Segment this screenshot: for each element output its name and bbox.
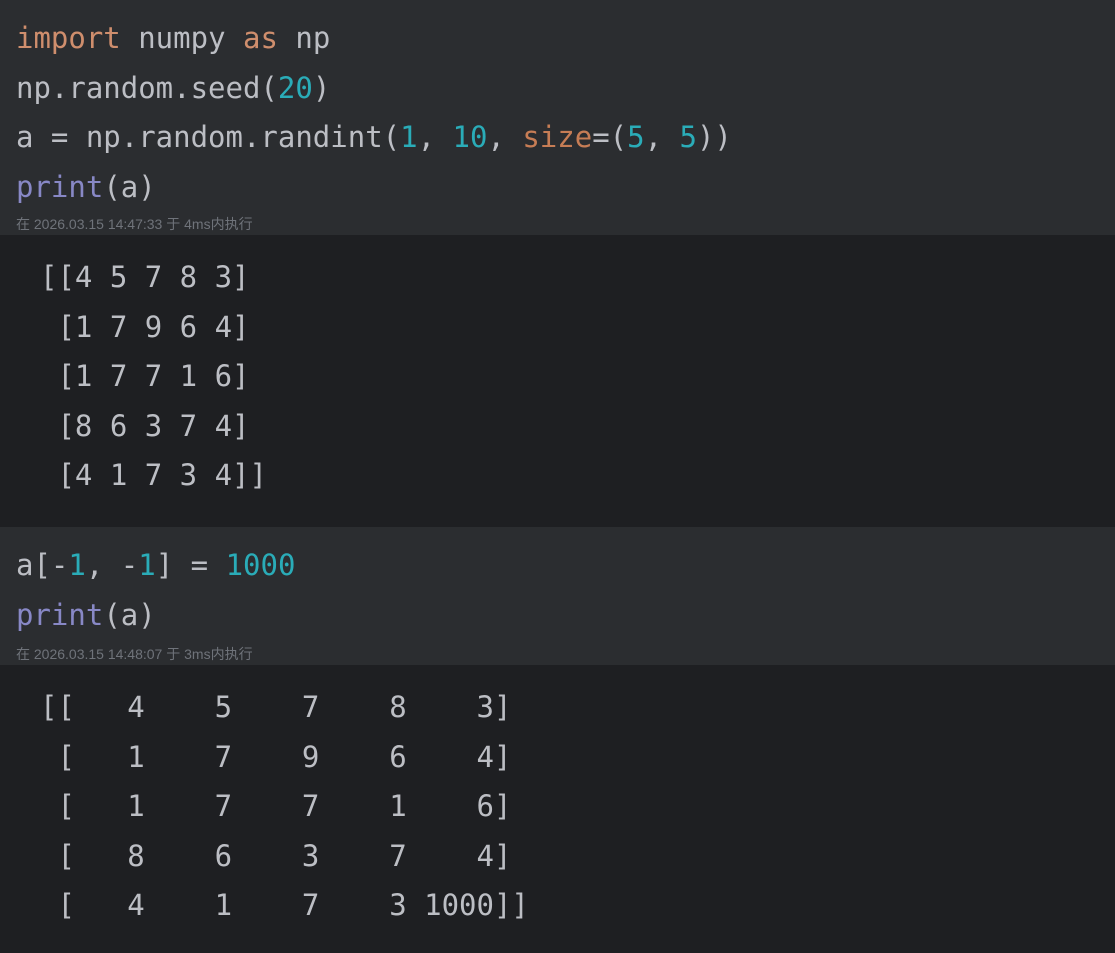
code-token: 5 <box>679 120 697 154</box>
code-line: print(a) <box>16 163 732 213</box>
code-token: as <box>242 21 278 55</box>
code-token: 1000 <box>225 548 296 582</box>
output-line: [ 1 7 9 6 4] <box>40 739 512 774</box>
code-token: 10 <box>452 120 488 154</box>
code-cell-2[interactable]: a[-1, -1] = 1000 print(a) 在 2026.03.15 14… <box>0 527 1115 665</box>
output-text: [[ 4 5 7 8 3] [ 1 7 9 6 4] [ 1 7 7 1 6] … <box>40 683 529 931</box>
code-token: , <box>417 120 453 154</box>
code-token: a = np.random.randint( <box>16 120 401 154</box>
code-line: import numpy as np <box>16 14 732 64</box>
output-line: [8 6 3 7 4] <box>40 408 250 443</box>
output-line: [ 1 7 7 1 6] <box>40 789 512 823</box>
output-line: [4 1 7 3 4]] <box>40 458 267 492</box>
output-line: [ 8 6 3 7 4] <box>40 838 512 873</box>
output-line: [1 7 9 6 4] <box>40 309 250 344</box>
code-token: print <box>16 597 104 632</box>
code-line: a[-1, -1] = 1000 <box>16 541 295 591</box>
code-token: 1 <box>68 548 86 582</box>
code-token: np.random.seed( <box>16 70 278 105</box>
code-line: a = np.random.randint(1, 10, size=(5, 5)… <box>16 113 732 163</box>
code-token: =( <box>592 120 628 154</box>
code-token: ] = <box>155 548 226 582</box>
code-token: , - <box>85 548 139 582</box>
execution-info: 在 2026.03.15 14:48:07 于 3ms内执行 <box>16 646 253 662</box>
code-line: np.random.seed(20) <box>16 64 732 114</box>
notebook: import numpy as np np.random.seed(20) a = … <box>0 0 1115 953</box>
cell-output-1: [[4 5 7 8 3] [1 7 9 6 4] [1 7 7 1 6] [8 … <box>0 235 1115 527</box>
code-token: numpy <box>120 21 243 55</box>
output-line: [ 4 1 7 3 1000]] <box>40 888 529 922</box>
code-token: size <box>522 120 593 154</box>
code-token: )) <box>696 120 732 154</box>
code-token: a[- <box>16 548 69 582</box>
output-line: [1 7 7 1 6] <box>40 359 250 393</box>
code-token: (a) <box>103 597 156 632</box>
output-line: [[4 5 7 8 3] <box>40 260 250 294</box>
code-editor[interactable]: import numpy as np np.random.seed(20) a = … <box>16 14 732 212</box>
code-token: print <box>16 169 104 204</box>
code-token: 1 <box>138 548 156 582</box>
code-editor[interactable]: a[-1, -1] = 1000 print(a) <box>16 541 295 640</box>
code-token: 20 <box>277 70 313 105</box>
execution-info: 在 2026.03.15 14:47:33 于 4ms内执行 <box>16 216 253 232</box>
code-token: ) <box>312 70 331 105</box>
output-text: [[4 5 7 8 3] [1 7 9 6 4] [1 7 7 1 6] [8 … <box>40 253 267 501</box>
code-token: import <box>16 21 121 55</box>
code-line: print(a) <box>16 591 295 641</box>
code-token: , <box>487 120 523 154</box>
code-token: , <box>644 120 680 154</box>
output-line: [[ 4 5 7 8 3] <box>40 690 512 724</box>
code-token: np <box>277 21 331 55</box>
code-token: (a) <box>103 169 156 204</box>
code-cell-1[interactable]: import numpy as np np.random.seed(20) a = … <box>0 0 1115 235</box>
code-token: 5 <box>627 120 645 154</box>
cell-output-2: [[ 4 5 7 8 3] [ 1 7 9 6 4] [ 1 7 7 1 6] … <box>0 665 1115 953</box>
code-token: 1 <box>400 120 418 154</box>
